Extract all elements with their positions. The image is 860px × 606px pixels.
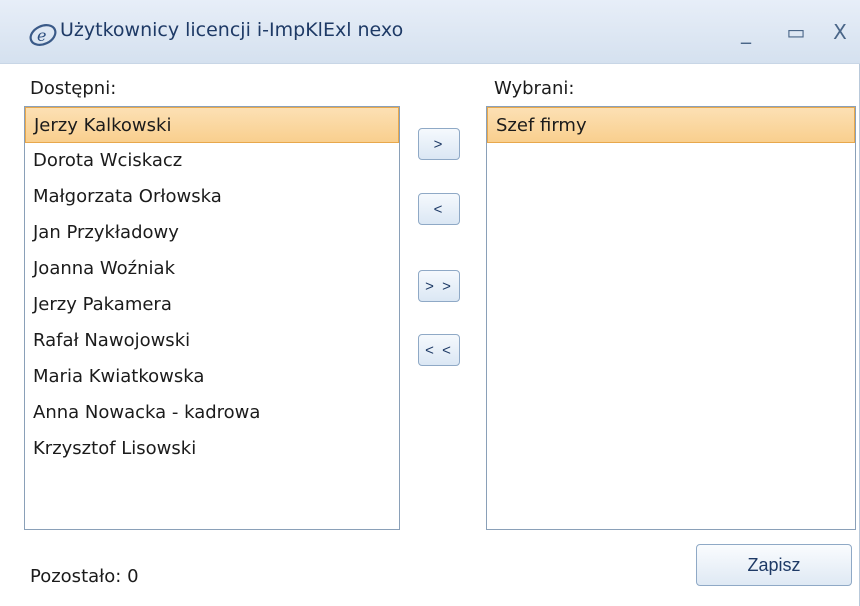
list-item[interactable]: Anna Nowacka - kadrowa bbox=[25, 395, 399, 431]
remove-one-button[interactable]: < bbox=[418, 193, 460, 225]
list-item[interactable]: Dorota Wciskacz bbox=[25, 143, 399, 179]
list-item[interactable]: Joanna Woźniak bbox=[25, 251, 399, 287]
list-item[interactable]: Szef firmy bbox=[487, 107, 855, 143]
chosen-label: Wybrani: bbox=[494, 78, 575, 99]
list-item[interactable]: Krzysztof Lisowski bbox=[25, 431, 399, 467]
chosen-users-list[interactable]: Szef firmy bbox=[486, 106, 856, 530]
svg-text:e: e bbox=[37, 26, 46, 45]
close-icon[interactable]: X bbox=[826, 18, 854, 46]
list-item[interactable]: Maria Kwiatkowska bbox=[25, 359, 399, 395]
licence-users-dialog: e Użytkownicy licencji i-ImpKlExl nexo _… bbox=[0, 0, 860, 606]
available-users-list[interactable]: Jerzy Kalkowski Dorota Wciskacz Małgorzata… bbox=[24, 106, 400, 530]
window-title: Użytkownicy licencji i-ImpKlExl nexo bbox=[60, 19, 404, 41]
add-all-button[interactable]: > > bbox=[418, 270, 460, 302]
list-item[interactable]: Jerzy Pakamera bbox=[25, 287, 399, 323]
remove-all-button[interactable]: < < bbox=[418, 334, 460, 366]
available-label: Dostępni: bbox=[30, 78, 117, 99]
add-one-button[interactable]: > bbox=[418, 128, 460, 160]
minimize-icon[interactable]: _ bbox=[732, 18, 760, 46]
remaining-count: Pozostało: 0 bbox=[30, 566, 139, 587]
list-item[interactable]: Małgorzata Orłowska bbox=[25, 179, 399, 215]
title-bar[interactable]: e Użytkownicy licencji i-ImpKlExl nexo _… bbox=[0, 0, 860, 64]
app-logo-icon: e bbox=[29, 24, 57, 46]
list-item[interactable]: Rafał Nawojowski bbox=[25, 323, 399, 359]
list-item[interactable]: Jan Przykładowy bbox=[25, 215, 399, 251]
save-button[interactable]: Zapisz bbox=[696, 544, 852, 586]
maximize-icon[interactable]: ▭ bbox=[782, 18, 810, 46]
list-item[interactable]: Jerzy Kalkowski bbox=[25, 107, 399, 143]
